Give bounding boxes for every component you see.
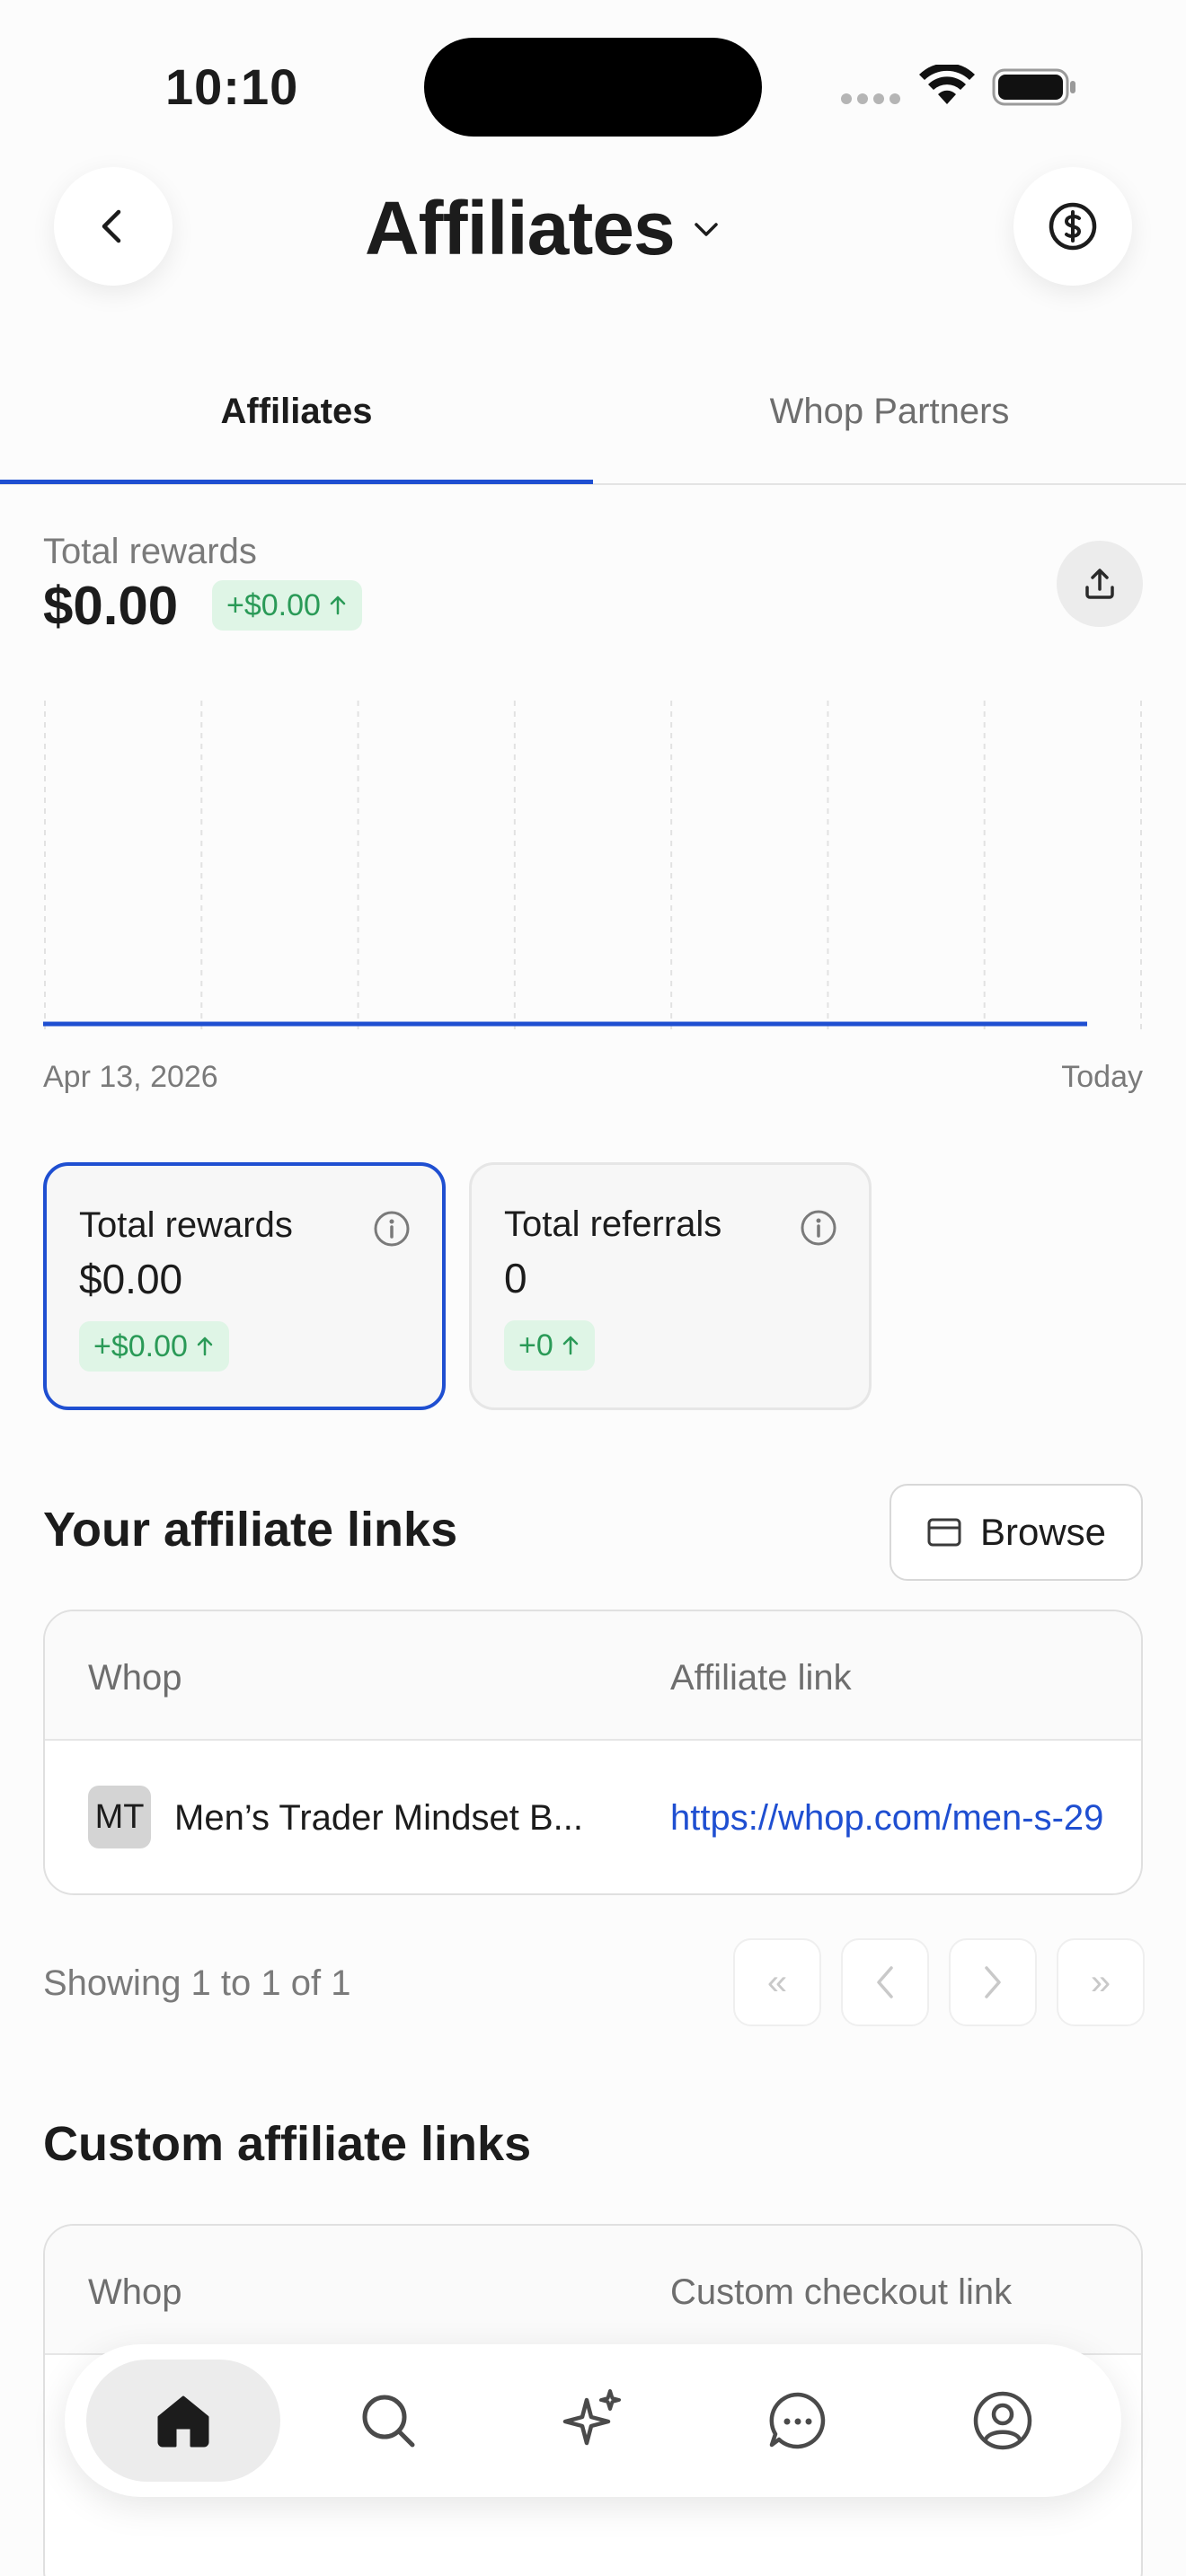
status-time: 10:10 (165, 58, 299, 115)
double-chevron-left-icon: « (766, 1962, 788, 2002)
card-value: 0 (504, 1255, 527, 1301)
export-button[interactable] (1057, 541, 1143, 627)
column-header-custom-checkout-link: Custom checkout link (670, 2272, 1013, 2312)
whop-avatar: MT (88, 1786, 151, 1848)
card-change-text: +$0.00 (93, 1328, 188, 1363)
next-page-button[interactable] (949, 1938, 1037, 2026)
chart-gridlines (44, 701, 1142, 1033)
arrow-up-icon (330, 595, 346, 615)
card-change-text: +0 (518, 1328, 553, 1363)
arrow-up-icon (562, 1336, 579, 1355)
bottom-nav (65, 2344, 1121, 2497)
total-rewards-value: $0.00 (43, 576, 179, 636)
last-page-button[interactable]: » (1057, 1938, 1145, 2026)
wifi-icon (919, 65, 975, 104)
custom-links-title: Custom affiliate links (43, 2117, 532, 2171)
affiliate-link[interactable]: https://whop.com/men-s-29 (670, 1798, 1141, 1839)
double-chevron-right-icon: » (1090, 1962, 1111, 2002)
card-label: Total rewards (79, 1205, 293, 1245)
card-change-badge: +0 (504, 1320, 595, 1371)
dynamic-island (424, 38, 762, 137)
chart-start-date: Apr 13, 2026 (43, 1060, 218, 1094)
first-page-button[interactable]: « (733, 1938, 821, 2026)
column-header-whop: Whop (88, 2272, 182, 2312)
dollar-circle-icon (1049, 202, 1097, 251)
nav-profile[interactable] (906, 2360, 1100, 2482)
card-value: $0.00 (79, 1256, 183, 1302)
nav-home[interactable] (86, 2360, 280, 2482)
share-upload-icon (1085, 569, 1114, 599)
affiliate-links-title: Your affiliate links (43, 1503, 458, 1557)
table-row[interactable]: MT Men’s Trader Mindset B... https://who… (45, 1741, 1141, 1893)
rewards-chart (43, 701, 1142, 1033)
back-button[interactable] (54, 167, 173, 286)
nav-discover[interactable] (496, 2360, 690, 2482)
arrow-up-icon (197, 1337, 213, 1356)
whop-name: Men’s Trader Mindset B... (174, 1798, 583, 1838)
chart-end-date: Today (1061, 1060, 1143, 1094)
sparkle-icon (562, 2389, 621, 2446)
chevron-left-icon (877, 1966, 893, 1998)
search-icon (362, 2395, 415, 2448)
user-circle-icon (973, 2391, 1032, 2450)
card-total-rewards[interactable]: Total rewards $0.00 +$0.00 (43, 1162, 446, 1410)
affiliate-links-table: Whop Affiliate link MT Men’s Trader Mind… (43, 1610, 1143, 1895)
chevron-left-icon (102, 209, 121, 243)
total-rewards-label: Total rewards (43, 532, 257, 571)
table-header: Whop Custom checkout link (45, 2226, 1141, 2355)
card-change-badge: +$0.00 (79, 1321, 229, 1372)
table-header: Whop Affiliate link (45, 1611, 1141, 1741)
info-icon[interactable] (799, 1208, 838, 1248)
nav-messages[interactable] (701, 2360, 895, 2482)
card-label: Total referrals (504, 1204, 722, 1244)
column-header-affiliate-link: Affiliate link (670, 1658, 852, 1698)
nav-search[interactable] (291, 2360, 485, 2482)
chat-bubble-icon (769, 2392, 826, 2449)
rewards-change-badge: +$0.00 (212, 580, 362, 631)
page-title: Affiliates (365, 186, 676, 270)
rewards-change-text: +$0.00 (226, 587, 321, 622)
pagination-summary: Showing 1 to 1 of 1 (43, 1963, 351, 2003)
payouts-button[interactable] (1013, 167, 1132, 286)
active-tab-indicator (0, 480, 593, 484)
page-title-dropdown[interactable]: Affiliates (365, 185, 721, 272)
tab-whop-partners[interactable]: Whop Partners (593, 392, 1186, 432)
card-icon (927, 1518, 961, 1547)
chevron-down-icon (695, 222, 718, 236)
browse-label: Browse (979, 1511, 1107, 1553)
previous-page-button[interactable] (841, 1938, 929, 2026)
chevron-right-icon (985, 1966, 1001, 1998)
browse-button[interactable]: Browse (890, 1484, 1143, 1581)
column-header-whop: Whop (88, 1658, 182, 1698)
card-total-referrals[interactable]: Total referrals 0 +0 (469, 1162, 872, 1410)
battery-icon (992, 68, 1075, 106)
tab-affiliates[interactable]: Affiliates (0, 392, 593, 432)
cellular-signal-icon (841, 93, 900, 104)
info-icon[interactable] (372, 1209, 412, 1248)
home-icon (157, 2395, 209, 2448)
